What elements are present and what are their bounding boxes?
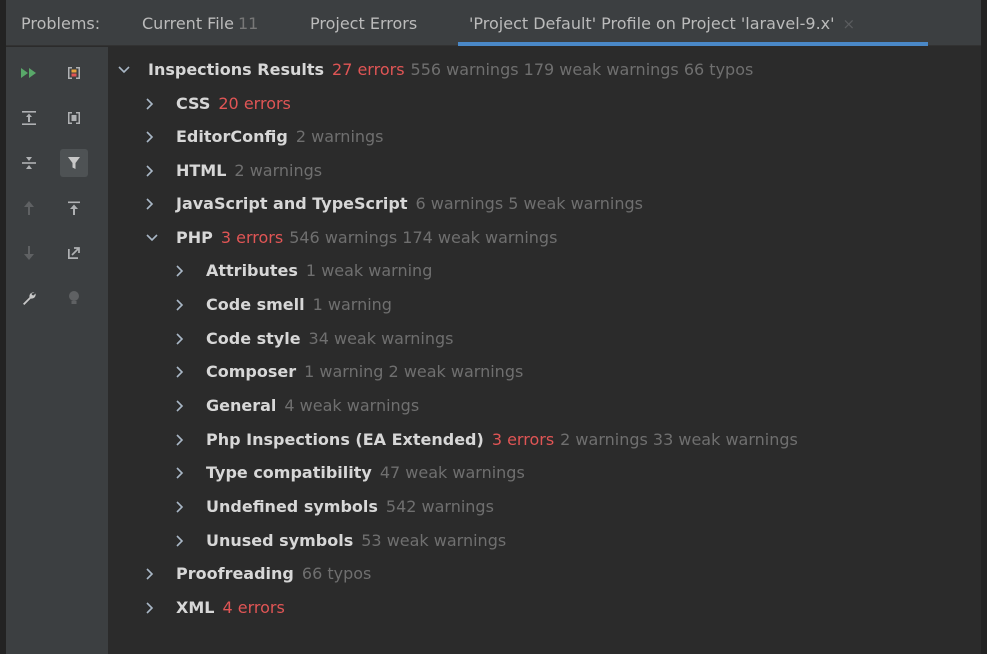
chevron-down-icon[interactable]	[118, 66, 136, 74]
tree-node-name: Undefined symbols	[206, 497, 378, 516]
tree-node-name: JavaScript and TypeScript	[176, 194, 408, 213]
tree-root-row[interactable]: Inspections Results 27 errors 556 warnin…	[118, 53, 753, 87]
tree-node-name: Composer	[206, 362, 297, 381]
tree-node-name: Attributes	[206, 261, 298, 280]
chevron-right-icon[interactable]	[146, 98, 164, 110]
tree-node-name: Type compatibility	[206, 463, 372, 482]
chevron-right-icon[interactable]	[146, 198, 164, 210]
tree-item-undefined-symbols[interactable]: Undefined symbols 542 warnings	[176, 490, 494, 524]
tab-project-errors[interactable]: Project Errors	[310, 0, 417, 46]
warning-count: 34 weak warnings	[308, 329, 454, 348]
tree-item-javascript[interactable]: JavaScript and TypeScript 6 warnings 5 w…	[146, 187, 643, 221]
warning-count: 2 warnings	[295, 127, 384, 146]
tree-node-name: EditorConfig	[176, 127, 288, 146]
error-count: 20 errors	[218, 94, 291, 113]
chevron-right-icon[interactable]	[176, 535, 194, 547]
tree-item-general[interactable]: General 4 weak warnings	[176, 389, 419, 423]
tab-current-file-label: Current File	[142, 14, 234, 33]
lightbulb-icon[interactable]	[60, 284, 88, 312]
chevron-right-icon[interactable]	[176, 265, 194, 277]
tab-profile[interactable]: 'Project Default' Profile on Project 'la…	[469, 0, 855, 46]
tree-node-name: PHP	[176, 228, 213, 247]
wrench-icon[interactable]	[15, 284, 43, 312]
tree-item-attributes[interactable]: Attributes 1 weak warning	[176, 254, 432, 288]
chevron-right-icon[interactable]	[146, 602, 164, 614]
filter-icon[interactable]	[60, 149, 88, 177]
warning-count: 66 typos	[301, 564, 372, 583]
stop-icon[interactable]	[60, 59, 88, 87]
chevron-right-icon[interactable]	[146, 165, 164, 177]
chevron-down-icon[interactable]	[146, 234, 164, 242]
tree-item-editorconfig[interactable]: EditorConfig 2 warnings	[146, 120, 384, 154]
error-count: 3 errors	[491, 430, 555, 449]
active-tab-indicator	[458, 42, 928, 46]
up-arrow-icon[interactable]	[15, 194, 43, 222]
chevron-right-icon[interactable]	[176, 400, 194, 412]
export-icon[interactable]	[60, 194, 88, 222]
close-icon[interactable]: ×	[843, 15, 856, 33]
inspection-toolbar	[6, 47, 108, 654]
warning-count: 546 warnings 174 weak warnings	[289, 228, 558, 247]
tree-item-php-inspections[interactable]: Php Inspections (EA Extended) 3 errors 2…	[176, 423, 798, 457]
chevron-right-icon[interactable]	[176, 467, 194, 479]
problems-label: Problems:	[21, 14, 101, 33]
chevron-right-icon[interactable]	[176, 333, 194, 345]
tree-item-code-smell[interactable]: Code smell 1 warning	[176, 288, 392, 322]
expand-all-icon[interactable]	[15, 104, 43, 132]
tree-node-name: XML	[176, 598, 215, 617]
tree-item-xml[interactable]: XML 4 errors	[146, 591, 285, 625]
window-frame-right	[981, 0, 987, 654]
chevron-right-icon[interactable]	[146, 568, 164, 580]
tree-item-composer[interactable]: Composer 1 warning 2 weak warnings	[176, 355, 523, 389]
warning-count: 1 warning	[312, 295, 392, 314]
chevron-right-icon[interactable]	[176, 366, 194, 378]
layout-icon[interactable]	[60, 104, 88, 132]
tree-node-name: HTML	[176, 161, 227, 180]
warning-count: 542 warnings	[385, 497, 494, 516]
down-arrow-icon[interactable]	[15, 239, 43, 267]
inspection-results-tree: Inspections Results 27 errors 556 warnin…	[108, 47, 981, 654]
tree-node-name: Inspections Results	[148, 60, 325, 79]
chevron-right-icon[interactable]	[146, 131, 164, 143]
error-count: 3 errors	[220, 228, 284, 247]
tree-item-type-compatibility[interactable]: Type compatibility 47 weak warnings	[176, 456, 525, 490]
warning-count: 556 warnings 179 weak warnings 66 typos	[410, 60, 754, 79]
tree-item-unused-symbols[interactable]: Unused symbols 53 weak warnings	[176, 524, 506, 558]
tree-item-proofreading[interactable]: Proofreading 66 typos	[146, 557, 371, 591]
run-icon[interactable]	[15, 59, 43, 87]
chevron-right-icon[interactable]	[176, 501, 194, 513]
chevron-right-icon[interactable]	[176, 299, 194, 311]
tree-node-name: Unused symbols	[206, 531, 354, 550]
tab-current-file[interactable]: Current File 11	[142, 0, 258, 46]
tree-node-name: Php Inspections (EA Extended)	[206, 430, 484, 449]
tree-node-name: Code smell	[206, 295, 305, 314]
warning-count: 2 warnings 33 weak warnings	[560, 430, 798, 449]
tab-current-file-count: 11	[237, 14, 259, 33]
collapse-all-icon[interactable]	[15, 149, 43, 177]
error-count: 27 errors	[332, 60, 405, 79]
warning-count: 47 weak warnings	[379, 463, 525, 482]
autoscroll-icon[interactable]	[60, 239, 88, 267]
problems-tab-bar: Problems: Current File 11 Project Errors …	[6, 0, 981, 46]
warning-count: 1 warning 2 weak warnings	[304, 362, 524, 381]
chevron-right-icon[interactable]	[176, 434, 194, 446]
warning-count: 53 weak warnings	[361, 531, 507, 550]
tree-node-name: Proofreading	[176, 564, 294, 583]
warning-count: 6 warnings 5 weak warnings	[415, 194, 643, 213]
tab-profile-label: 'Project Default' Profile on Project 'la…	[469, 14, 835, 33]
tree-node-name: CSS	[176, 94, 211, 113]
warning-count: 2 warnings	[234, 161, 323, 180]
tree-item-php[interactable]: PHP 3 errors 546 warnings 174 weak warni…	[146, 221, 557, 255]
error-count: 4 errors	[222, 598, 285, 617]
tree-item-css[interactable]: CSS 20 errors	[146, 87, 291, 121]
warning-count: 4 weak warnings	[284, 396, 420, 415]
tree-node-name: General	[206, 396, 277, 415]
tree-item-html[interactable]: HTML 2 warnings	[146, 154, 322, 188]
warning-count: 1 weak warning	[305, 261, 433, 280]
tree-item-code-style[interactable]: Code style 34 weak warnings	[176, 322, 453, 356]
tree-node-name: Code style	[206, 329, 301, 348]
